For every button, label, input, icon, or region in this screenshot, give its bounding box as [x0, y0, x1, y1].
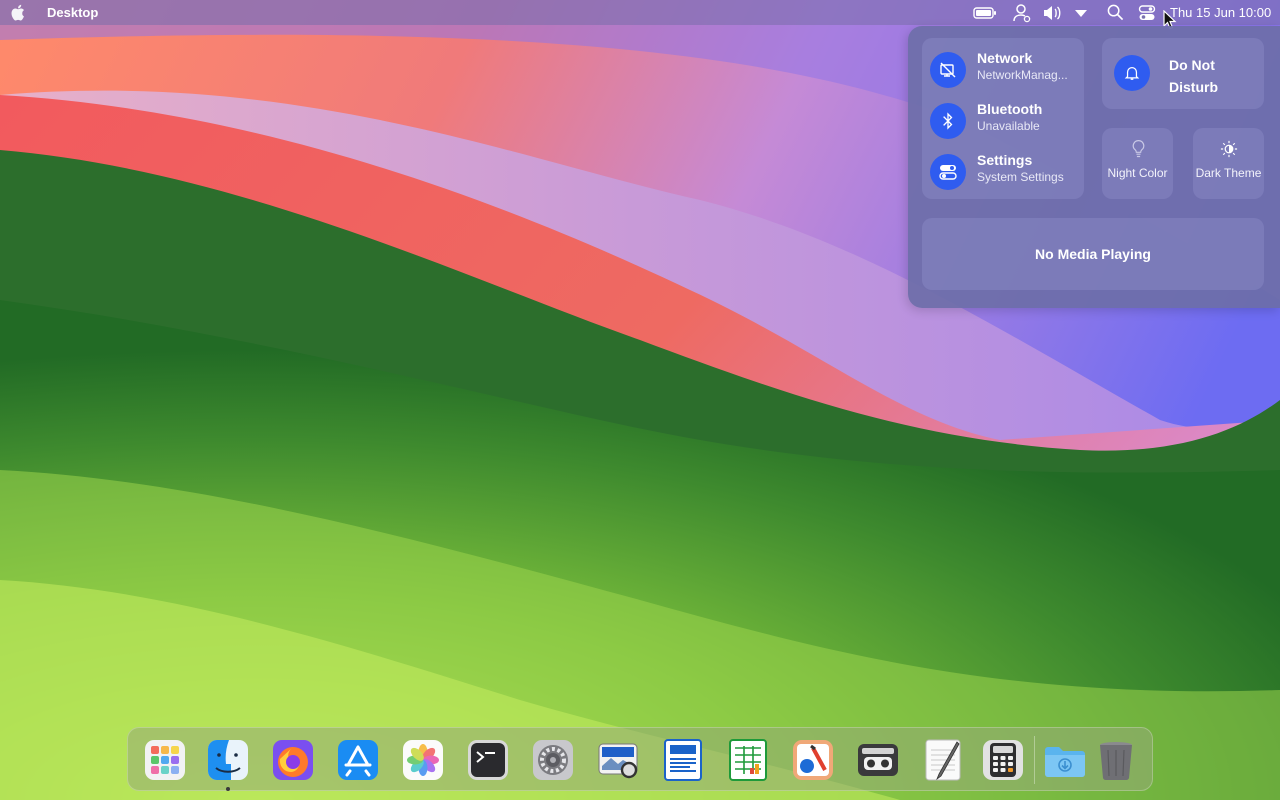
bluetooth-toggle[interactable]: Bluetooth Unavailable [930, 99, 1080, 139]
settings-toggles-icon [930, 154, 966, 190]
settings-subtitle: System Settings [977, 170, 1064, 184]
network-subtitle: NetworkManag... [977, 68, 1068, 82]
network-title: Network [977, 50, 1033, 66]
firefox-icon [273, 740, 313, 780]
user-icon[interactable] [1012, 3, 1032, 22]
dock-text-editor[interactable] [921, 738, 965, 782]
night-color-toggle[interactable]: Night Color [1102, 128, 1173, 199]
settings-toggle[interactable]: Settings System Settings [930, 150, 1080, 190]
dock-firefox[interactable] [271, 738, 315, 782]
chevron-down-icon[interactable] [1071, 3, 1091, 22]
gear-icon [533, 740, 573, 780]
dock-draw[interactable] [791, 738, 835, 782]
dock-separator [1034, 736, 1035, 784]
top-bar: Desktop Thu 15 Jun 10:00 [0, 0, 1280, 25]
apple-icon[interactable] [10, 3, 28, 22]
quick-settings-panel: Network NetworkManag... Bluetooth Unavai… [908, 26, 1280, 308]
active-app-name[interactable]: Desktop [47, 5, 98, 20]
dock-app-store[interactable] [336, 738, 380, 782]
network-disconnected-icon [930, 52, 966, 88]
dock-downloads-folder[interactable] [1043, 738, 1087, 782]
finder-running-indicator [226, 787, 230, 791]
lightbulb-icon [1127, 137, 1149, 161]
text-editor-icon [925, 739, 961, 781]
document-writer-icon [664, 739, 702, 781]
clock[interactable]: Thu 15 Jun 10:00 [1170, 5, 1271, 20]
terminal-icon [468, 740, 508, 780]
control-center-icon[interactable] [1137, 3, 1157, 22]
search-icon[interactable] [1105, 3, 1125, 22]
downloads-folder-icon [1045, 747, 1085, 777]
do-not-disturb-label: Do Not Disturb [1169, 57, 1218, 95]
media-status-label: No Media Playing [1035, 246, 1151, 262]
launchpad-icon [145, 740, 185, 780]
dark-theme-toggle[interactable]: Dark Theme [1193, 128, 1264, 199]
dock-finder[interactable] [206, 738, 250, 782]
dock-launchpad[interactable] [143, 738, 187, 782]
spreadsheet-icon [729, 739, 767, 781]
dock-terminal[interactable] [466, 738, 510, 782]
bluetooth-subtitle: Unavailable [977, 119, 1040, 133]
volume-icon[interactable] [1042, 3, 1062, 22]
dock-spreadsheet[interactable] [726, 738, 770, 782]
trash-icon [1100, 742, 1132, 781]
cassette-icon [858, 744, 898, 776]
do-not-disturb-toggle[interactable]: Do Not Disturb [1102, 38, 1264, 109]
image-viewer-icon [598, 743, 638, 779]
connectivity-card: Network NetworkManag... Bluetooth Unavai… [922, 38, 1084, 199]
settings-title: Settings [977, 152, 1033, 168]
dark-theme-label: Dark Theme [1195, 166, 1262, 180]
dock-image-viewer[interactable] [596, 738, 640, 782]
dock-writer[interactable] [661, 738, 705, 782]
app-store-icon [338, 740, 378, 780]
photos-icon [403, 740, 443, 780]
bell-icon [1114, 55, 1150, 91]
media-player-card[interactable]: No Media Playing [922, 218, 1264, 290]
network-toggle[interactable]: Network NetworkManag... [930, 48, 1080, 88]
finder-icon [208, 740, 248, 780]
dock [127, 727, 1153, 791]
dock-photos[interactable] [401, 738, 445, 782]
bluetooth-icon [930, 103, 966, 139]
night-color-label: Night Color [1107, 166, 1168, 180]
battery-icon[interactable] [973, 3, 997, 22]
dock-system-settings[interactable] [531, 738, 575, 782]
draw-icon [793, 740, 833, 780]
dock-trash[interactable] [1094, 738, 1138, 782]
calculator-icon [983, 740, 1023, 780]
dock-tape-recorder[interactable] [856, 738, 900, 782]
brightness-contrast-icon [1218, 137, 1240, 161]
dock-calculator[interactable] [981, 738, 1025, 782]
bluetooth-title: Bluetooth [977, 101, 1043, 117]
